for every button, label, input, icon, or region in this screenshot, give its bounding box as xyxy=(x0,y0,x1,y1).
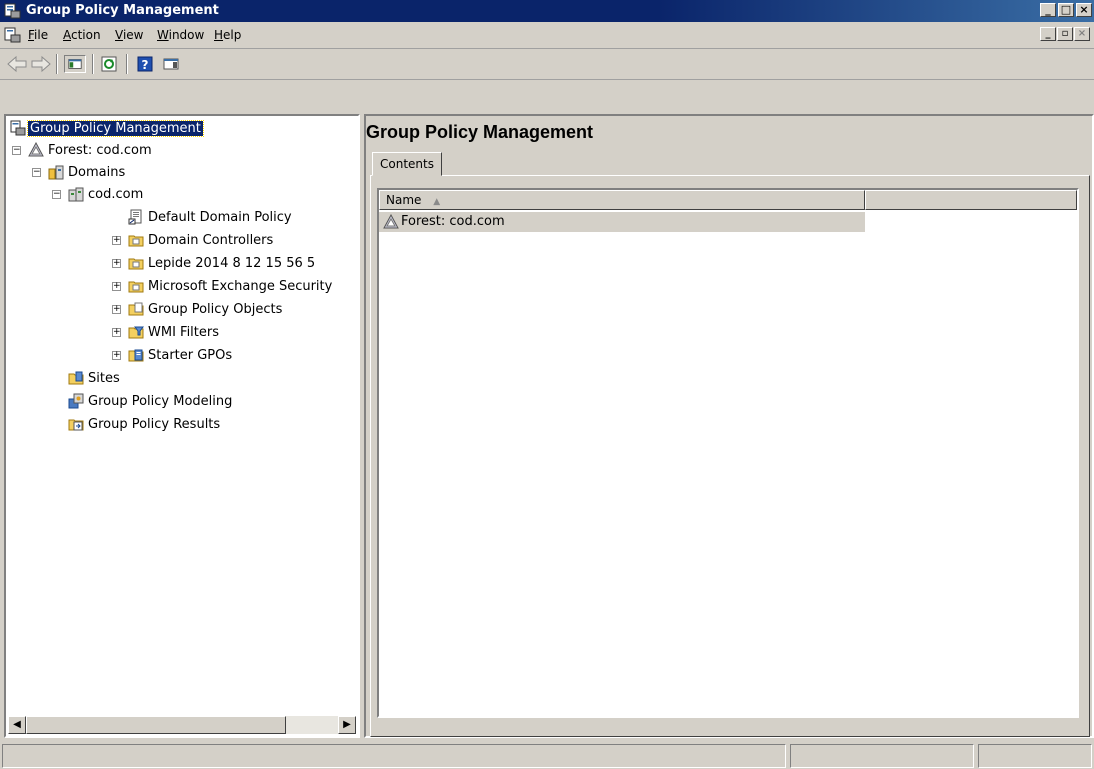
scrollbar-thumb[interactable] xyxy=(26,716,286,734)
menu-action[interactable]: Action xyxy=(63,28,101,42)
tree-item-label: Group Policy Management xyxy=(27,120,204,137)
forward-arrow-icon[interactable] xyxy=(30,55,52,73)
status-bar xyxy=(0,740,1094,769)
expand-icon[interactable]: + xyxy=(112,259,121,268)
tree-item-forest[interactable]: − Forest: cod.com xyxy=(6,141,306,161)
status-panel-2 xyxy=(790,744,974,768)
tree-item-microsoft-exchange-security[interactable]: + Microsoft Exchange Security xyxy=(6,277,358,297)
tree-item-domain[interactable]: − cod.com xyxy=(6,185,306,205)
gpm-app-icon xyxy=(4,3,21,19)
tree-item-group-policy-objects[interactable]: + Group Policy Objects xyxy=(6,300,346,320)
tree-item-label: WMI Filters xyxy=(148,325,220,340)
tree-item-label: Group Policy Results xyxy=(88,417,221,432)
tree-item-label: Domains xyxy=(68,165,126,180)
title-bar: Group Policy Management _ □ × xyxy=(0,0,1094,22)
expand-icon[interactable]: + xyxy=(112,282,121,291)
expand-icon[interactable]: + xyxy=(112,236,121,245)
svg-text:?: ? xyxy=(142,58,149,72)
child-close-button[interactable]: × xyxy=(1074,27,1090,41)
tree-item-root[interactable]: Group Policy Management xyxy=(8,119,248,139)
console-tree[interactable]: Group Policy Management − Forest: cod.co… xyxy=(4,114,360,738)
child-minimize-button[interactable]: _ xyxy=(1040,27,1056,41)
window-title: Group Policy Management xyxy=(26,3,219,18)
back-arrow-icon[interactable] xyxy=(6,55,28,73)
gpo-folder-icon xyxy=(128,302,144,316)
menu-file[interactable]: File xyxy=(28,28,48,42)
tree-item-sites[interactable]: Sites xyxy=(6,369,306,389)
tree-item-label: Default Domain Policy xyxy=(148,210,292,225)
tree-item-label: Sites xyxy=(88,371,120,386)
console-menu-icon[interactable] xyxy=(4,27,21,43)
domain-icon xyxy=(68,187,84,202)
sort-ascending-icon: ▲ xyxy=(433,197,441,207)
gp-results-icon xyxy=(68,419,84,431)
tree-item-gp-results[interactable]: Group Policy Results xyxy=(6,415,306,435)
child-restore-button[interactable]: ▫ xyxy=(1057,27,1073,41)
show-action-pane-icon[interactable] xyxy=(160,55,182,73)
wmi-filter-folder-icon xyxy=(128,326,144,339)
forest-icon xyxy=(28,142,44,157)
tree-item-lepide[interactable]: + Lepide 2014 8 12 15 56 5 xyxy=(6,254,346,274)
gpo-link-icon xyxy=(128,209,142,225)
menu-window[interactable]: Window xyxy=(157,28,204,42)
expand-icon[interactable]: + xyxy=(112,328,121,337)
details-title: Group Policy Management xyxy=(366,122,594,142)
ou-folder-icon xyxy=(128,258,144,270)
show-hide-console-tree-icon[interactable] xyxy=(64,55,86,73)
list-item[interactable]: Forest: cod.com xyxy=(379,212,865,232)
starter-gpo-folder-icon xyxy=(128,349,144,362)
ou-folder-icon xyxy=(128,281,144,293)
tree-item-starter-gpos[interactable]: + Starter GPOs xyxy=(6,346,346,366)
column-header-label: Name xyxy=(386,193,422,207)
tree-item-label: Group Policy Modeling xyxy=(88,394,233,409)
gp-modeling-icon xyxy=(68,393,84,409)
close-button[interactable]: × xyxy=(1076,3,1092,17)
tree-item-domains[interactable]: − Domains xyxy=(6,163,306,183)
tree-item-gp-modeling[interactable]: Group Policy Modeling xyxy=(6,392,306,412)
scroll-right-arrow-icon[interactable]: ▶ xyxy=(338,716,356,734)
forest-icon xyxy=(383,214,399,229)
maximize-button[interactable]: □ xyxy=(1058,3,1074,17)
column-header-empty[interactable] xyxy=(865,190,1077,210)
help-icon[interactable]: ? xyxy=(134,55,156,73)
status-panel-main xyxy=(2,744,786,768)
sites-folder-icon xyxy=(68,371,84,385)
expand-icon[interactable]: + xyxy=(112,351,121,360)
menu-help[interactable]: Help xyxy=(214,28,241,42)
gpm-root-icon xyxy=(10,120,26,136)
collapse-icon[interactable]: − xyxy=(52,190,61,199)
refresh-icon[interactable] xyxy=(98,55,120,73)
scroll-left-arrow-icon[interactable]: ◀ xyxy=(8,716,26,734)
tree-item-label: Lepide 2014 8 12 15 56 5 xyxy=(148,256,316,271)
menu-view[interactable]: View xyxy=(115,28,143,42)
tree-item-label: Forest: cod.com xyxy=(48,143,152,158)
tree-item-wmi-filters[interactable]: + WMI Filters xyxy=(6,323,346,343)
domains-icon xyxy=(48,165,64,180)
toolbar: ? xyxy=(0,49,1094,80)
tree-item-label: Microsoft Exchange Security xyxy=(148,279,333,294)
minimize-button[interactable]: _ xyxy=(1040,3,1056,17)
column-header-name[interactable]: Name ▲ xyxy=(379,190,865,210)
tree-item-label: Starter GPOs xyxy=(148,348,233,363)
tree-item-label: cod.com xyxy=(88,187,144,202)
tree-item-label: Group Policy Objects xyxy=(148,302,283,317)
expand-icon[interactable]: + xyxy=(112,305,121,314)
menu-bar: File Action View Window Help _ ▫ × xyxy=(0,22,1094,49)
tab-contents[interactable]: Contents xyxy=(372,152,442,176)
status-panel-3 xyxy=(978,744,1092,768)
tree-item-default-domain-policy[interactable]: Default Domain Policy xyxy=(6,208,346,228)
tree-item-domain-controllers[interactable]: + Domain Controllers xyxy=(6,231,346,251)
details-pane: Group Policy Management Contents Name ▲ … xyxy=(364,114,1094,738)
collapse-icon[interactable]: − xyxy=(12,146,21,155)
list-item-label: Forest: cod.com xyxy=(401,214,505,229)
tab-panel: Name ▲ Forest: cod.com xyxy=(370,175,1090,737)
contents-list[interactable]: Name ▲ Forest: cod.com xyxy=(377,188,1079,718)
collapse-icon[interactable]: − xyxy=(32,168,41,177)
tree-item-label: Domain Controllers xyxy=(148,233,274,248)
ou-folder-icon xyxy=(128,235,144,247)
tree-horizontal-scrollbar[interactable]: ◀ ▶ xyxy=(8,716,356,734)
